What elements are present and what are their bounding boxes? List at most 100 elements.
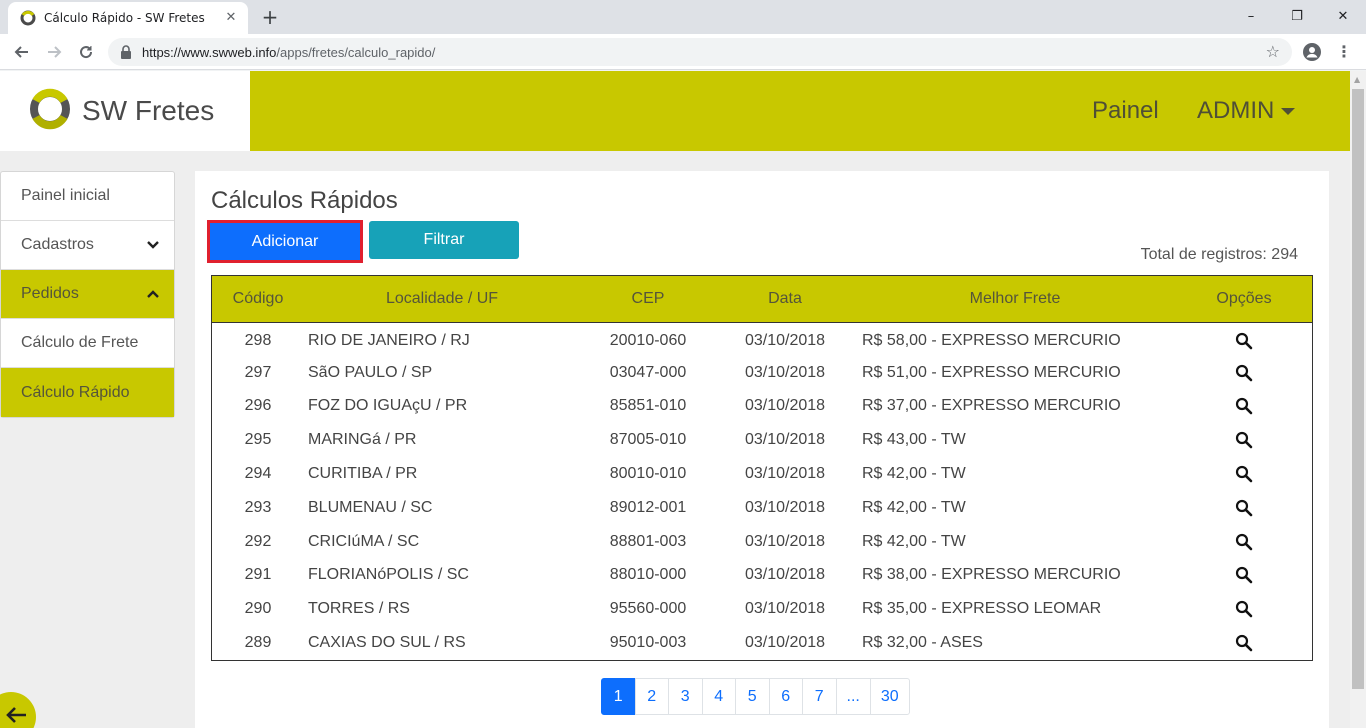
page-link[interactable]: 6 [768,678,803,715]
column-header-opcoes: Opções [1216,289,1272,307]
table-row: 290 TORRES / RS 95560-000 03/10/2018 R$ 35,0… [212,592,1312,626]
total-records: Total de registros: 294 [1140,246,1298,263]
cell-localidade: CRICIúMA / SC [308,532,420,550]
cell-melhor-frete: R$ 35,00 - EXPRESSO LEOMAR [862,600,1102,618]
tab-title: Cálculo Rápido - SW Fretes [44,11,205,25]
sidebar-item-calculo-rapido[interactable]: Cálculo Rápido [1,368,174,417]
cell-melhor-frete: R$ 43,00 - TW [862,431,966,449]
cell-data: 03/10/2018 [744,600,826,618]
reload-icon[interactable] [74,40,98,64]
search-icon[interactable] [1235,431,1253,449]
page-link[interactable]: 1 [601,678,636,715]
page-link[interactable]: 2 [634,678,669,715]
cell-cep: 03047-000 [609,363,687,381]
bookmark-star-icon[interactable]: ☆ [1266,43,1280,61]
cell-melhor-frete: R$ 32,00 - ASES [862,634,983,652]
new-tab-button[interactable]: + [258,5,282,29]
tab-close-icon[interactable]: ✕ [222,9,240,27]
cell-opcoes [1176,525,1312,559]
browser-toolbar: https://www.swweb.info/apps/fretes/calcu… [0,34,1366,70]
cell-cep: 95010-003 [609,634,687,652]
restore-button[interactable]: ❐ [1274,0,1320,32]
cell-melhor-frete: R$ 38,00 - EXPRESSO MERCURIO [862,566,1121,584]
search-icon[interactable] [1235,566,1253,584]
search-icon[interactable] [1235,499,1253,517]
back-button[interactable] [0,692,36,728]
cell-codigo: 292 [244,532,272,550]
cell-localidade: SãO PAULO / SP [308,363,433,381]
page-link[interactable]: 3 [668,678,703,715]
arrow-left-icon [4,705,28,728]
cell-opcoes [1176,559,1312,593]
cell-localidade: FLORIANóPOLIS / SC [308,566,469,584]
table-row: 292 CRICIúMA / SC 88801-003 03/10/2018 R$ 42… [212,525,1312,559]
forward-arrow-icon[interactable] [42,40,66,64]
brand-name: SW Fretes [82,95,215,126]
profile-icon[interactable] [1302,42,1322,62]
filter-button[interactable]: Filtrar [369,221,519,259]
page-link[interactable]: 7 [802,678,837,715]
browser-tab[interactable]: Cálculo Rápido - SW Fretes ✕ [8,2,248,34]
browser-tab-bar: Cálculo Rápido - SW Fretes ✕ + – ❐ ✕ [0,0,1366,34]
cell-opcoes [1176,390,1312,424]
column-header-localidade: Localidade / UF [385,289,499,307]
page-scrollbar[interactable]: ▲ [1350,71,1366,728]
page-link[interactable]: ... [835,678,871,715]
cell-localidade: FOZ DO IGUAçU / PR [308,397,468,415]
address-bar[interactable]: https://www.swweb.info/apps/fretes/calcu… [108,38,1292,66]
logo[interactable]: SW Fretes [0,71,250,151]
table-row: 291 FLORIANóPOLIS / SC 88010-000 03/10/2018… [212,559,1312,593]
sidebar-item-label: Cálculo Rápido [21,383,130,401]
cell-opcoes [1176,626,1312,660]
cell-melhor-frete: R$ 58,00 - EXPRESSO MERCURIO [862,332,1121,350]
column-header-codigo: Código [232,289,284,307]
search-icon[interactable] [1235,533,1253,551]
caret-down-icon[interactable] [1281,108,1295,115]
search-icon[interactable] [1235,600,1253,618]
cell-opcoes [1176,356,1312,390]
scrollbar-thumb[interactable] [1352,89,1364,689]
sidebar-item-cadastros[interactable]: Cadastros [1,221,174,270]
cell-codigo: 291 [244,566,272,584]
cell-data: 03/10/2018 [744,363,826,381]
chevron-down-icon [146,238,160,252]
add-button[interactable]: Adicionar [207,220,363,263]
cell-localidade: BLUMENAU / SC [308,498,433,516]
sidebar-item-painel-inicial[interactable]: Painel inicial [1,172,174,221]
search-icon[interactable] [1235,465,1253,483]
cell-data: 03/10/2018 [744,532,826,550]
search-icon[interactable] [1235,397,1253,415]
close-window-button[interactable]: ✕ [1320,0,1366,32]
cell-cep: 89012-001 [609,498,687,516]
search-icon[interactable] [1235,364,1253,382]
cell-codigo: 294 [244,465,272,483]
records-table: Código Localidade / UF CEP Data Melhor F… [211,275,1313,661]
cell-melhor-frete: R$ 51,00 - EXPRESSO MERCURIO [862,363,1121,381]
search-icon[interactable] [1235,332,1253,350]
table-row: 296 FOZ DO IGUAçU / PR 85851-010 03/10/2018… [212,390,1312,424]
cell-cep: 95560-000 [609,600,687,618]
search-icon[interactable] [1235,634,1253,652]
page-link[interactable]: 30 [869,678,910,715]
table-row: 298 RIO DE JANEIRO / RJ 20010-060 03/10/201… [212,322,1312,356]
cell-codigo: 297 [244,363,272,381]
nav-admin-dropdown[interactable]: ADMIN [1197,97,1274,125]
page-link[interactable]: 5 [735,678,770,715]
top-nav: Painel ADMIN [250,71,1350,151]
back-arrow-icon[interactable] [10,40,34,64]
cell-data: 03/10/2018 [744,634,826,652]
cell-data: 03/10/2018 [744,498,826,516]
browser-menu-icon[interactable]: ⋮ [1336,40,1352,64]
sidebar-item-pedidos[interactable]: Pedidos [1,270,174,319]
minimize-button[interactable]: – [1228,0,1274,32]
sidebar-item-calculo-de-frete[interactable]: Cálculo de Frete [1,319,174,368]
column-header-melhor-frete: Melhor Frete [969,289,1061,307]
cell-codigo: 296 [244,397,272,415]
page-link[interactable]: 4 [701,678,736,715]
cell-opcoes [1176,322,1312,356]
scroll-up-icon[interactable]: ▲ [1354,75,1360,84]
cell-codigo: 293 [244,498,272,516]
cell-codigo: 290 [244,600,272,618]
lock-icon [120,45,134,59]
nav-painel-link[interactable]: Painel [1092,97,1159,125]
